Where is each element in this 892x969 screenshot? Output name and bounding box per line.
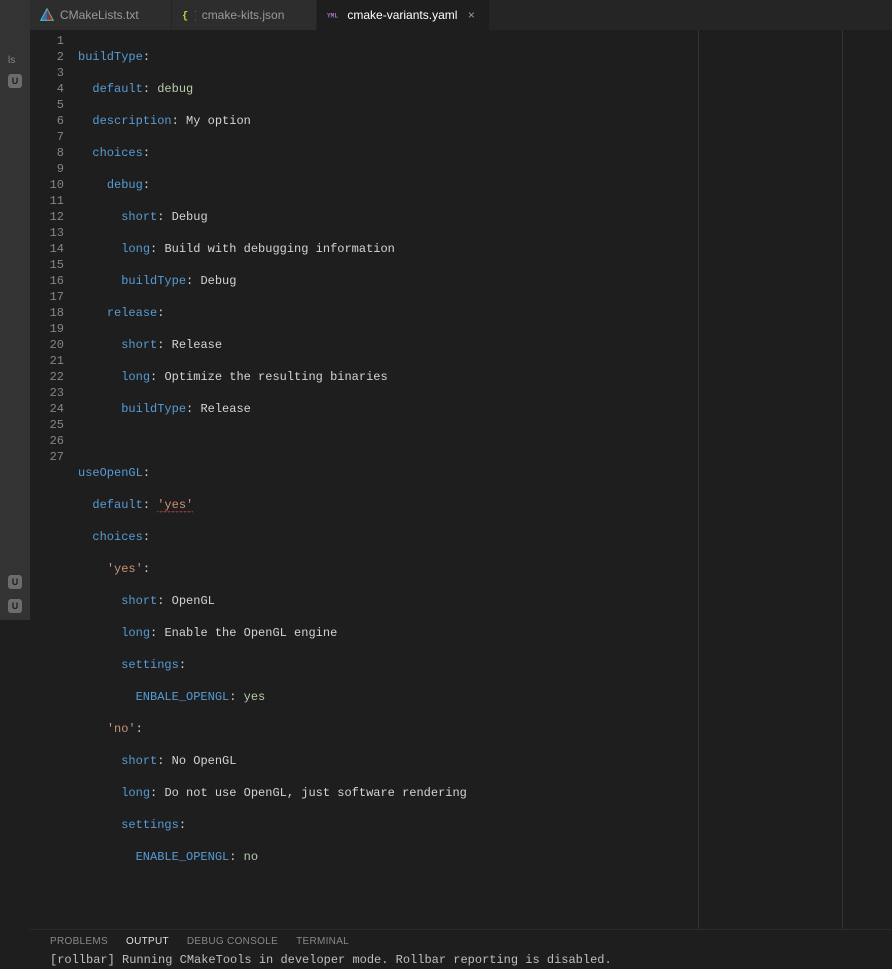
code-content[interactable]: buildType: default: debug description: M… (78, 30, 817, 929)
svg-text:YML: YML (327, 13, 338, 20)
activity-bar: ls U U U (0, 0, 30, 620)
editor-ruler-2 (842, 30, 843, 929)
cmake-icon (40, 8, 54, 22)
close-icon[interactable]: × (463, 8, 479, 22)
bottom-panel: PROBLEMS OUTPUT DEBUG CONSOLE TERMINAL [… (30, 929, 892, 969)
scm-badge-3: U (8, 599, 22, 613)
svg-text:{ }: { } (182, 11, 196, 23)
minimap[interactable] (817, 30, 892, 929)
yaml-icon: YML (327, 8, 341, 22)
json-icon: { } (182, 8, 196, 22)
panel-tab-debug-console[interactable]: DEBUG CONSOLE (187, 936, 278, 947)
tab-bar: CMakeLists.txt × { } cmake-kits.json × Y… (30, 0, 892, 30)
sidebar-label: ls (8, 55, 22, 66)
scm-badge-2: U (8, 575, 22, 589)
tab-cmakelists[interactable]: CMakeLists.txt × (30, 0, 172, 30)
editor[interactable]: 1 2 3 4 5 6 7 8 9 10 11 12 13 14 15 16 1… (30, 30, 892, 929)
panel-tab-terminal[interactable]: TERMINAL (296, 936, 349, 947)
panel-tab-problems[interactable]: PROBLEMS (50, 936, 108, 947)
output-line: [rollbar] Running CMakeTools in develope… (30, 951, 892, 969)
tab-label: cmake-variants.yaml (347, 8, 457, 22)
tab-cmake-variants[interactable]: YML cmake-variants.yaml × (317, 0, 490, 30)
scm-badge: U (8, 74, 22, 88)
main-area: CMakeLists.txt × { } cmake-kits.json × Y… (30, 0, 892, 620)
panel-tab-bar: PROBLEMS OUTPUT DEBUG CONSOLE TERMINAL (30, 930, 892, 951)
panel-tab-output[interactable]: OUTPUT (126, 936, 169, 947)
tab-cmake-kits[interactable]: { } cmake-kits.json × (172, 0, 318, 30)
tab-label: CMakeLists.txt (60, 8, 139, 22)
tab-label: cmake-kits.json (202, 8, 285, 22)
line-number-gutter: 1 2 3 4 5 6 7 8 9 10 11 12 13 14 15 16 1… (30, 30, 78, 929)
